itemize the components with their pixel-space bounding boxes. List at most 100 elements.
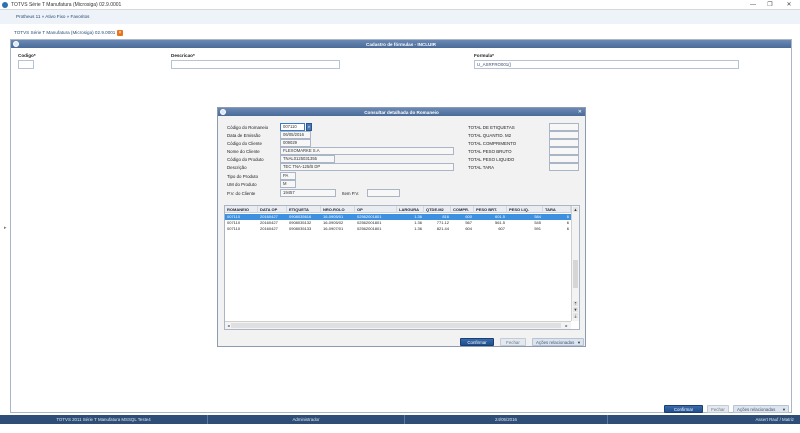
col-romaneio[interactable]: ROMANEIO [225, 206, 258, 213]
hscroll-thumb[interactable] [231, 323, 561, 328]
total-peso-liquido-label: TOTAL PESO LIQUIDO [468, 157, 515, 162]
chevron-down-icon: ▼ [782, 407, 786, 412]
cell-peso-brt: 607 [498, 226, 505, 231]
codigo-label: Codigo* [18, 53, 36, 58]
total-comprimento-label: TOTAL COMPRIMENTO [468, 141, 517, 146]
total-tara-field [549, 163, 579, 171]
cell-nro-rolo: 16-0907/01 [323, 226, 344, 231]
status-company: Assert Rauf / Matriz [755, 417, 794, 422]
table-row[interactable]: 007110 20160427 0908035133 16-0907/01 02… [225, 226, 571, 232]
confirmar-button[interactable]: Confirmar [664, 405, 703, 413]
col-nro-rolo[interactable]: NRO.ROLO [321, 206, 355, 213]
romaneio-dialog-title: Consultar detalhada do Romaneio [364, 109, 439, 115]
dialog-close-icon[interactable]: ✕ [578, 108, 582, 116]
data-emissao-field: 06/05/2016 [280, 131, 311, 139]
tipo-produto-label: Tipo do Produto [227, 174, 259, 179]
romaneio-dialog-header: Consultar detalhada do Romaneio ✕ [218, 108, 585, 116]
window-titlebar: TOTVS Série T Manufatura (Microsiga) 02.… [0, 0, 800, 10]
total-etiquetas-label: TOTAL DE ETIQUETAS [468, 125, 515, 130]
data-emissao-label: Data de Emissão [227, 133, 261, 138]
total-quantid-m2-label: TOTAL QUANTID. M2 [468, 133, 512, 138]
col-compr[interactable]: COMPR. [451, 206, 474, 213]
col-etiqueta[interactable]: ETIQUETA [287, 206, 321, 213]
pv-cliente-label: P.V. do Cliente [227, 191, 256, 196]
cell-op: 02562001801 [357, 226, 382, 231]
item-pv-label: Item P.V. [342, 191, 360, 196]
cell-romaneio: 007110 [227, 226, 241, 231]
menu-bar: Protheus 11 » Ativo Fixo » Favoritos [0, 10, 800, 24]
descricao-produto-field: TEC TNA-125/B DP [280, 163, 454, 171]
tab-bar: TOTVS Série T Manufatura (Microsiga) 02.… [0, 29, 800, 38]
cell-peso-liq: 591 [534, 226, 541, 231]
codigo-romaneio-label: Código do Romaneio [227, 125, 269, 130]
um-produto-field: M [280, 180, 296, 188]
total-quantid-m2-field [549, 131, 579, 139]
scroll-up-icon[interactable]: ▲ [573, 207, 578, 212]
cell-etiqueta: 0908035133 [289, 226, 312, 231]
pv-cliente-field: 19457 [280, 189, 336, 197]
status-date: 24/05/2016 [405, 415, 608, 424]
dialog-acoes-button[interactable]: Ações relacionadas ▼ [532, 338, 584, 346]
cell-data-op: 20160427 [260, 226, 278, 231]
col-largura[interactable]: LARGURA [397, 206, 424, 213]
romaneio-dialog-footer: Confirmar Fechar Ações relacionadas ▼ [218, 337, 585, 347]
side-collapse-handle[interactable]: ▸ [4, 225, 7, 231]
scroll-top-icon[interactable]: ⤒ [573, 301, 578, 306]
col-peso-brt[interactable]: PESO BRT. [474, 206, 507, 213]
tipo-produto-field: PA [280, 172, 296, 180]
dialog-confirmar-button[interactable]: Confirmar [460, 338, 494, 346]
dialog-fechar-button[interactable]: Fechar [500, 338, 526, 346]
status-user: Administrador [208, 415, 405, 424]
tab-main[interactable]: TOTVS Série T Manufatura (Microsiga) 02.… [14, 30, 115, 35]
acoes-label: Ações relacionadas [737, 407, 776, 412]
scroll-right-icon[interactable]: ▸ [564, 323, 569, 328]
window-title: TOTVS Série T Manufatura (Microsiga) 02.… [11, 2, 122, 8]
col-peso-liq[interactable]: PESO LIQ. [507, 206, 543, 213]
col-tara[interactable]: TARA [543, 206, 571, 213]
scroll-thumb[interactable] [573, 260, 578, 288]
col-qtde-m2[interactable]: QTDE.M2 [424, 206, 451, 213]
dialog-acoes-label: Ações relacionadas [536, 340, 575, 345]
close-window-button[interactable]: ✕ [784, 1, 794, 9]
total-peso-bruto-label: TOTAL PESO BRUTO [468, 149, 512, 154]
grid-horizontal-scrollbar[interactable]: ◂ ▸ [225, 321, 571, 329]
status-environment: TOTVS 2011 Série T Manufatura MSSQL Test… [0, 415, 208, 424]
formula-input[interactable]: U_ASRFRO001() [474, 60, 739, 69]
romaneio-grid[interactable]: ROMANEIO DATA OP ETIQUETA NRO.ROLO OP LA… [224, 205, 580, 330]
nome-cliente-field: FLEXOMARKE S.A [280, 147, 454, 155]
app-icon [2, 2, 8, 8]
formula-label: Formula* [474, 53, 494, 58]
col-data-op[interactable]: DATA OP [258, 206, 287, 213]
descricao-input[interactable] [171, 60, 340, 69]
codigo-cliente-field: 009029 [280, 139, 311, 147]
romaneio-dialog: Consultar detalhada do Romaneio ✕ Código… [217, 107, 586, 347]
descricao-produto-label: Descrição [227, 165, 247, 170]
descricao-label: Descricao* [171, 53, 195, 58]
codigo-produto-field: TNAL0125031355 [280, 155, 335, 163]
total-etiquetas-field [549, 123, 579, 131]
fechar-button[interactable]: Fechar [707, 405, 729, 413]
grid-vertical-scrollbar[interactable]: ▲ ⤒ ▼ ⤓ [571, 206, 579, 321]
chevron-down-icon: ▼ [577, 340, 581, 345]
codigo-input[interactable] [18, 60, 34, 69]
codigo-romaneio-input[interactable]: 007110 [280, 123, 305, 131]
status-bar: TOTVS 2011 Série T Manufatura MSSQL Test… [0, 415, 800, 424]
nome-cliente-label: Nome do Cliente [227, 149, 260, 154]
item-pv-field [367, 189, 400, 197]
total-peso-liquido-field [549, 155, 579, 163]
formula-window-title: Cadastro de fórmulas - INCLUIR [366, 41, 436, 47]
minimize-button[interactable]: — [748, 1, 758, 9]
total-peso-bruto-field [549, 147, 579, 155]
search-lookup-icon[interactable]: ⌕ [306, 123, 312, 131]
cell-qtde-m2: 821.44 [436, 226, 449, 231]
tab-close-icon[interactable]: × [117, 30, 123, 36]
scroll-bottom-icon[interactable]: ⤓ [573, 313, 578, 318]
col-op[interactable]: OP [355, 206, 397, 213]
maximize-button[interactable]: ❐ [765, 1, 775, 9]
breadcrumb[interactable]: Protheus 11 » Ativo Fixo » Favoritos [16, 14, 89, 19]
acoes-relacionadas-button[interactable]: Ações relacionadas ▼ [733, 405, 789, 413]
grid-header: ROMANEIO DATA OP ETIQUETA NRO.ROLO OP LA… [225, 206, 571, 213]
cell-tara: 6 [566, 226, 569, 231]
scroll-down-icon[interactable]: ▼ [573, 307, 578, 312]
cell-largura: 1.36 [414, 226, 422, 231]
